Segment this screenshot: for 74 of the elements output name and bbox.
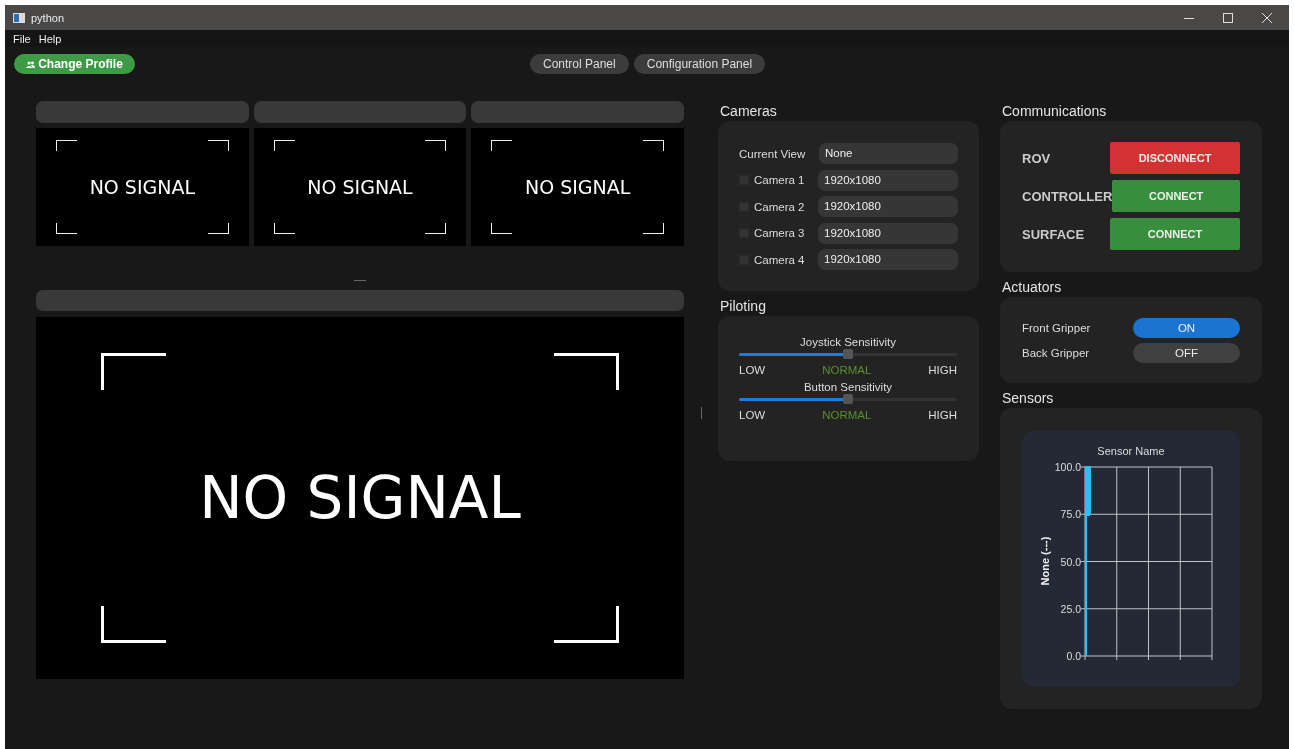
field-label: Current View: [739, 147, 807, 160]
scale-label: NORMAL: [822, 364, 872, 378]
scale-label: LOW: [739, 409, 766, 423]
axis-label: None (---): [1039, 536, 1051, 586]
corner-mark-icon: [207, 140, 229, 151]
toggle-button[interactable]: OFF: [1133, 343, 1240, 363]
resolution-field[interactable]: 1920x1080: [818, 222, 958, 244]
menu-item[interactable]: File: [13, 32, 31, 45]
maximize-icon[interactable]: [1223, 12, 1233, 23]
slider-handle[interactable]: [843, 394, 853, 404]
section-title: Piloting: [720, 297, 767, 316]
camera-label: Camera 1: [754, 174, 806, 187]
corner-mark-icon: [56, 223, 77, 234]
no-signal-text: NO SIGNAL: [525, 176, 631, 198]
tick-label: 100.0: [1054, 461, 1081, 473]
tick-label: 25.0: [1060, 602, 1081, 615]
connection-button[interactable]: DISCONNECT: [1110, 142, 1240, 174]
scale-label: HIGH: [928, 364, 957, 378]
corner-mark-icon: [207, 223, 229, 234]
camera-label: Camera 2: [754, 200, 806, 213]
slider-handle[interactable]: [843, 349, 853, 359]
connection-button[interactable]: CONNECT: [1110, 218, 1240, 250]
no-signal-text: NO SIGNAL: [307, 176, 413, 198]
panel-button[interactable]: Configuration Panel: [633, 54, 766, 74]
resolution-field[interactable]: 1920x1080: [818, 196, 958, 218]
splitter-handle[interactable]: [700, 407, 702, 419]
toggle-button[interactable]: ON: [1133, 318, 1240, 338]
slider-label: Button Sensitivity: [802, 381, 894, 395]
corner-mark-icon: [273, 140, 295, 151]
no-signal-text: NO SIGNAL: [199, 464, 521, 532]
corner-mark-icon: [425, 223, 447, 234]
actuator-label: Back Gripper: [1022, 347, 1090, 359]
no-signal-text: NO SIGNAL: [89, 176, 196, 198]
corner-mark-icon: [491, 223, 513, 234]
camera-label: Camera 3: [754, 227, 806, 240]
camera-label: Camera 4: [754, 253, 806, 266]
app-icon: [13, 12, 25, 23]
connection-label: CONTROLLER: [1022, 188, 1113, 204]
section-title: Cameras: [720, 102, 778, 121]
scale-label: HIGH: [928, 409, 957, 423]
connection-button[interactable]: CONNECT: [1112, 180, 1240, 212]
tick-label: 50.0: [1060, 555, 1081, 568]
users-icon: [26, 60, 36, 68]
corner-mark-icon: [425, 140, 447, 151]
tick-label: 0.0: [1066, 650, 1081, 662]
section-title: Actuators: [1002, 278, 1063, 297]
close-icon[interactable]: [1262, 12, 1272, 23]
panel-button[interactable]: Control Panel: [530, 54, 629, 74]
connection-label: SURFACE: [1022, 226, 1085, 242]
connection-label: ROV: [1022, 150, 1051, 166]
scale-label: LOW: [739, 364, 766, 378]
corner-mark-icon: [101, 353, 166, 390]
corner-mark-icon: [56, 140, 77, 151]
window-title: python: [31, 11, 65, 24]
corner-mark-icon: [554, 606, 619, 643]
section-title: Communications: [1002, 102, 1108, 121]
tick-label: 75.0: [1060, 508, 1081, 521]
current-view-field[interactable]: None: [819, 143, 958, 165]
slider-label: Joystick Sensitivity: [799, 336, 897, 350]
section-title: Sensors: [1002, 389, 1055, 408]
menu-item[interactable]: Help: [38, 32, 62, 45]
chart-title: Sensor Name: [1097, 445, 1165, 457]
corner-mark-icon: [273, 223, 295, 234]
scale-label: NORMAL: [822, 409, 872, 423]
corner-mark-icon: [491, 140, 513, 151]
corner-mark-icon: [554, 353, 619, 390]
actuator-label: Front Gripper: [1022, 322, 1091, 334]
corner-mark-icon: [101, 606, 166, 643]
resolution-field[interactable]: 1920x1080: [818, 249, 958, 271]
corner-mark-icon: [643, 140, 664, 151]
corner-mark-icon: [643, 223, 664, 234]
resolution-field[interactable]: 1920x1080: [818, 169, 958, 191]
change-profile-button[interactable]: Change Profile: [14, 54, 135, 74]
splitter-handle[interactable]: [354, 279, 366, 281]
